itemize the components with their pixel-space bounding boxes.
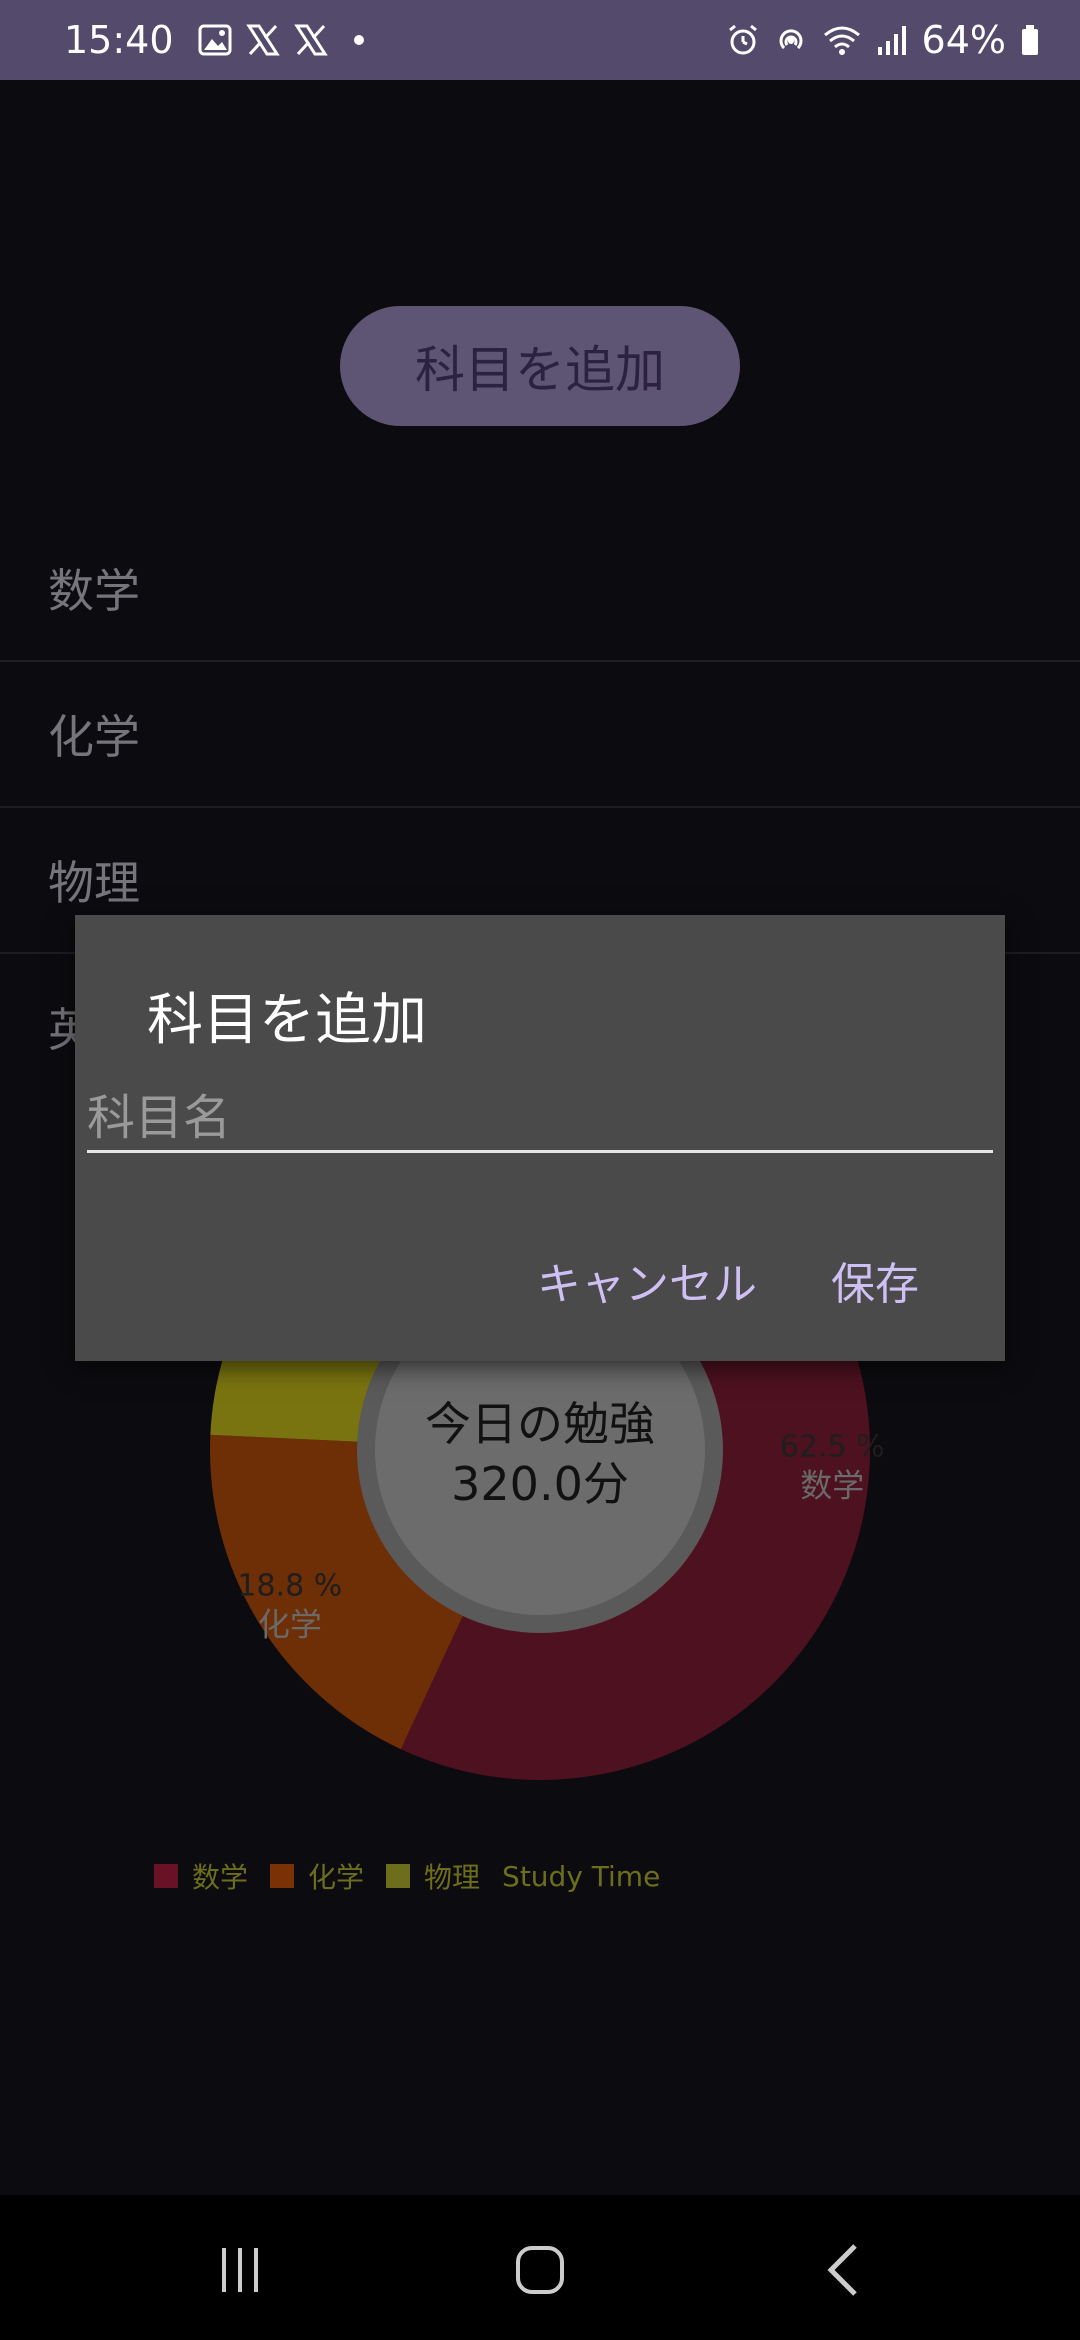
wifi-icon bbox=[822, 23, 862, 57]
input-placeholder: 科目名 bbox=[87, 1089, 232, 1146]
subject-label: 化学 bbox=[48, 710, 140, 764]
add-subject-dialog: 科目を追加 科目名 キャンセル 保存 bbox=[75, 915, 1005, 1361]
legend-label: 物理 bbox=[424, 1861, 481, 1894]
legend-item: 物理 bbox=[386, 1856, 480, 1896]
chart-legend: 数学 化学 物理 Study Time bbox=[154, 1856, 682, 1896]
legend-swatch bbox=[154, 1864, 178, 1888]
legend-series-label: Study Time bbox=[502, 1859, 661, 1893]
x-logo-icon bbox=[293, 23, 328, 57]
battery-icon bbox=[1020, 23, 1040, 57]
legend-swatch bbox=[270, 1864, 295, 1888]
status-time: 15:40 bbox=[64, 18, 174, 62]
legend-label: 化学 bbox=[308, 1861, 365, 1894]
status-bar: 15:40 64% bbox=[0, 0, 1080, 80]
subject-item-chemistry[interactable]: 化学 bbox=[0, 662, 1080, 808]
battery-percent: 64% bbox=[921, 18, 1006, 62]
signal-icon bbox=[876, 23, 908, 57]
home-icon[interactable] bbox=[500, 2235, 580, 2305]
alarm-icon bbox=[726, 23, 760, 57]
add-subject-button[interactable]: 科目を追加 bbox=[340, 306, 740, 426]
subject-label: 物理 bbox=[48, 856, 140, 910]
subject-item-math[interactable]: 数学 bbox=[0, 516, 1080, 662]
subject-name-input[interactable]: 科目名 bbox=[87, 1075, 993, 1153]
legend-series-name: Study Time bbox=[502, 1860, 660, 1893]
back-icon[interactable] bbox=[805, 2235, 885, 2305]
image-icon bbox=[198, 23, 232, 57]
legend-swatch bbox=[386, 1864, 411, 1888]
legend-label: 数学 bbox=[192, 1861, 249, 1894]
dot-icon bbox=[352, 33, 366, 47]
dialog-title: 科目を追加 bbox=[147, 988, 427, 1053]
x-logo-icon bbox=[245, 23, 280, 57]
save-button[interactable]: 保存 bbox=[831, 1245, 919, 1315]
subject-label: 数学 bbox=[48, 564, 140, 618]
legend-item: 数学 bbox=[154, 1856, 248, 1896]
cancel-button[interactable]: キャンセル bbox=[537, 1245, 757, 1315]
hotspot-icon bbox=[774, 23, 808, 57]
recent-apps-icon[interactable] bbox=[200, 2235, 280, 2305]
legend-item: 化学 bbox=[270, 1856, 364, 1896]
navigation-bar bbox=[0, 2195, 1080, 2340]
